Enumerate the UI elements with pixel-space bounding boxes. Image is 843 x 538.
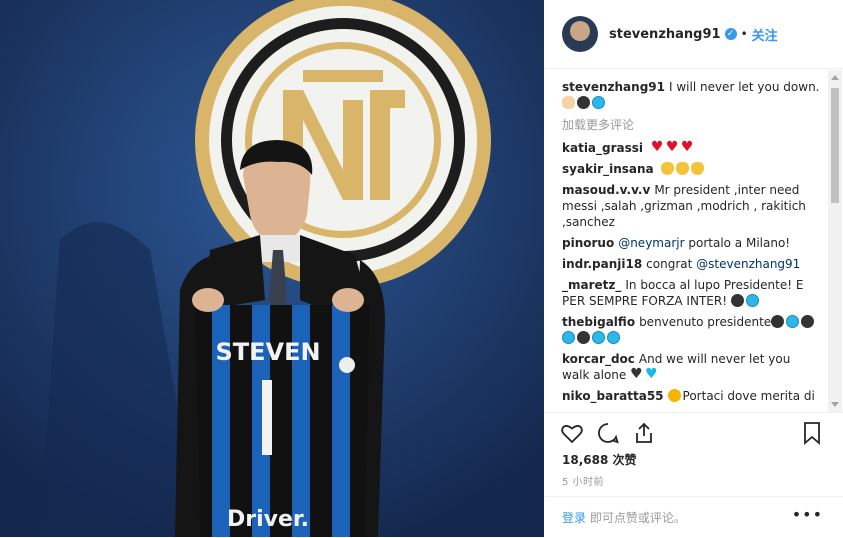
load-more-comments-link[interactable]: 加载更多评论 [562, 116, 843, 133]
separator-dot: • [740, 27, 748, 41]
login-link[interactable]: 登录 [562, 511, 586, 525]
black-circle-emoji-icon [730, 294, 744, 307]
comment-text: portalo a Milano! [684, 236, 791, 250]
comment-username[interactable]: korcar_doc [562, 352, 635, 366]
blue-circle-emoji-icon [786, 315, 800, 328]
blue-circle-emoji-icon [745, 294, 759, 307]
caption-text: I will never let you down. [668, 80, 820, 94]
comment-row: katia_grassi [562, 140, 820, 156]
clap-emoji-icon [661, 162, 675, 175]
comment-row: thebigalfio benvenuto presidente [562, 314, 820, 346]
black-circle-emoji-icon [577, 331, 590, 344]
follow-button[interactable]: 关注 [752, 25, 778, 44]
red-heart-emoji-icon [681, 141, 694, 154]
sponsor-logo: Driver. [227, 507, 309, 532]
comment-mention-link[interactable]: @neymarjr [618, 236, 684, 250]
comment-icon[interactable] [596, 421, 620, 445]
comment-row: masoud.v.v.v Mr president ,inter need mes… [562, 182, 820, 230]
comment-username[interactable]: pinoruo [562, 236, 614, 250]
jersey-name: STEVEN [215, 338, 320, 366]
pray-emoji-icon [562, 96, 575, 109]
comment-row: indr.panji18 congrat @stevenzhang91 [562, 256, 820, 272]
comment-username[interactable]: indr.panji18 [562, 257, 642, 271]
verified-badge-icon: ✓ [724, 28, 737, 40]
red-heart-emoji-icon [651, 141, 664, 154]
black-circle-emoji-icon [771, 315, 785, 328]
post-timestamp[interactable]: 5 小时前 [562, 473, 604, 488]
comment-username[interactable]: masoud.v.v.v [562, 183, 650, 197]
comment-text: congrat [646, 257, 697, 271]
blue-heart-emoji-icon [645, 368, 658, 381]
more-options-icon[interactable]: ••• [792, 505, 823, 524]
post-actions: 18,688 次赞 5 小时前 登录 即可点赞或评论。 ••• [544, 412, 843, 538]
comment-row: _maretz_ In bocca al lupo Presidente! E P… [562, 277, 820, 309]
comment-row: korcar_doc And we will never let you walk… [562, 351, 820, 383]
caption: stevenzhang91 I will never let you down. [562, 79, 820, 111]
comment-mention-link[interactable]: @stevenzhang91 [696, 257, 800, 271]
avatar[interactable] [562, 16, 598, 52]
red-heart-emoji-icon [666, 141, 679, 154]
scroll-down-arrow-icon[interactable] [831, 402, 839, 407]
likes-label: 次赞 [612, 453, 637, 467]
post-photo[interactable]: STEVEN Driver. [0, 0, 544, 537]
share-icon[interactable] [632, 421, 656, 445]
comments-list[interactable]: stevenzhang91 I will never let you down. … [544, 69, 843, 412]
comment-row: pinoruo @neymarjr portalo a Milano! [562, 235, 820, 251]
instagram-post: STEVEN Driver. stevenzhang91 ✓ • 关注 stev… [0, 0, 843, 537]
post-header: stevenzhang91 ✓ • 关注 [544, 0, 843, 69]
scroll-up-arrow-icon[interactable] [831, 75, 839, 80]
comment-username[interactable]: katia_grassi [562, 141, 643, 155]
caption-username[interactable]: stevenzhang91 [562, 80, 665, 94]
comment-text: benvenuto presidente [639, 315, 772, 329]
scrollbar-thumb[interactable] [831, 88, 839, 203]
blue-circle-emoji-icon [607, 331, 620, 344]
comment-username[interactable]: _maretz_ [562, 278, 621, 292]
comment-text: Portaci dove merita di [682, 389, 815, 403]
comment-username[interactable]: niko_baratta55 [562, 389, 664, 403]
clap-emoji-icon [676, 162, 690, 175]
jersey [192, 288, 370, 537]
post-side-panel: stevenzhang91 ✓ • 关注 stevenzhang91 I will… [544, 0, 843, 537]
login-bar: 登录 即可点赞或评论。 ••• [544, 496, 843, 538]
blue-circle-emoji-icon [592, 331, 605, 344]
comment-row: niko_baratta55 Portaci dove merita di [562, 388, 820, 404]
blue-circle-emoji-icon [562, 331, 575, 344]
comment-username[interactable]: syakir_insana [562, 162, 654, 176]
login-prompt-text: 即可点赞或评论。 [586, 511, 686, 525]
blue-circle-emoji-icon [592, 96, 605, 109]
heart-icon[interactable] [560, 421, 584, 445]
heart-eyes-emoji-icon [667, 389, 681, 402]
login-prompt: 登录 即可点赞或评论。 [562, 509, 686, 526]
comments-scrollbar[interactable] [828, 70, 842, 412]
bookmark-icon[interactable] [800, 421, 824, 445]
likes-number: 18,688 [562, 453, 609, 467]
comment-username[interactable]: thebigalfio [562, 315, 635, 329]
black-heart-emoji-icon [630, 368, 643, 381]
comment-row: syakir_insana [562, 161, 820, 177]
clap-emoji-icon [691, 162, 705, 175]
black-circle-emoji-icon [577, 96, 590, 109]
black-circle-emoji-icon [801, 315, 815, 328]
likes-count[interactable]: 18,688 次赞 [562, 451, 637, 468]
header-username[interactable]: stevenzhang91 [609, 27, 721, 42]
